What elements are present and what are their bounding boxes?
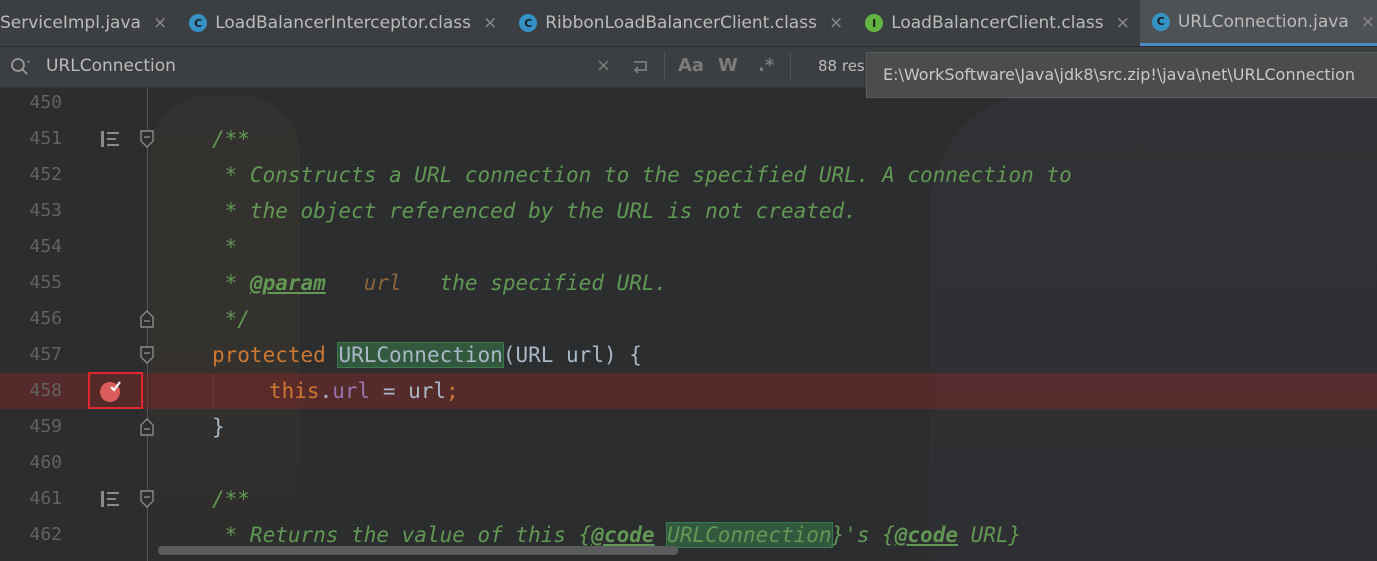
code-text: * @param url the specified URL. [212, 265, 668, 301]
close-icon[interactable]: × [483, 13, 497, 33]
code-line-459: 459 } [0, 409, 1377, 445]
line-number: 452 [29, 164, 62, 185]
search-match: URLConnection [666, 522, 833, 548]
file-path-tooltip: E:\WorkSoftware\Java\jdk8\src.zip!\java\… [866, 52, 1377, 98]
line-number: 460 [29, 452, 62, 473]
fold-icon[interactable] [139, 346, 155, 364]
search-match: URLConnection [337, 342, 504, 368]
code-line-451: 451 /** [0, 121, 1377, 157]
line-number: 456 [29, 308, 62, 329]
keyword: protected [212, 343, 326, 367]
line-number: 453 [29, 200, 62, 221]
words-button[interactable]: W [718, 55, 738, 76]
code-text: /** [212, 487, 250, 511]
line-number: 459 [29, 416, 62, 437]
search-input[interactable]: URLConnection [46, 53, 586, 79]
tab-label: ServiceImpl.java [0, 13, 141, 33]
clear-search-icon[interactable]: × [596, 55, 611, 76]
tab-loadbalancerinterceptor[interactable]: C LoadBalancerInterceptor.class × [177, 0, 507, 46]
class-icon: C [1151, 12, 1170, 31]
tab-urlconnection[interactable]: C URLConnection.java × [1139, 0, 1377, 46]
code-text: * [212, 235, 238, 259]
line-number: 458 [29, 380, 62, 401]
code-line-452: 452 * Constructs a URL connection to the… [0, 157, 1377, 193]
close-icon[interactable]: × [829, 13, 843, 33]
code-line-453: 453 * the object referenced by the URL i… [0, 193, 1377, 229]
code-line-458: 458 this.url = url; [0, 373, 1377, 409]
divider [664, 53, 665, 79]
line-number: 451 [29, 128, 62, 149]
code-line-460: 460 [0, 445, 1377, 481]
param-name: url [363, 271, 402, 295]
tab-loadbalancerclient[interactable]: I LoadBalancerClient.class × [853, 0, 1140, 46]
comment-star: * [212, 271, 250, 295]
code-text: */ [212, 307, 250, 331]
fold-icon[interactable] [139, 130, 155, 148]
match-case-button[interactable]: Aa [678, 55, 704, 76]
close-icon[interactable]: × [1116, 13, 1130, 33]
line-number: 462 [29, 524, 62, 545]
fold-icon[interactable] [139, 490, 155, 508]
line-number: 454 [29, 236, 62, 257]
interface-icon: I [865, 14, 884, 32]
code-text: * the object referenced by the URL is no… [212, 199, 857, 223]
tab-ribbonloadbalancerclient[interactable]: C RibbonLoadBalancerClient.class × [507, 0, 853, 46]
line-number: 455 [29, 272, 62, 293]
comment-text: the specified URL. [401, 271, 668, 295]
fold-end-icon[interactable] [139, 418, 155, 436]
code-line-454: 454 * [0, 229, 1377, 265]
regex-button[interactable]: .* [758, 55, 774, 76]
field-name: url [332, 379, 371, 403]
javadoc-tag: @param [249, 271, 326, 295]
search-icon[interactable] [10, 57, 30, 77]
class-icon: C [189, 14, 208, 32]
code-text: } [212, 415, 225, 439]
code-editor[interactable]: 450 451 /** 452 * Constructs a URL conne… [0, 88, 1377, 561]
code-text: * Constructs a URL connection to the spe… [212, 163, 1072, 187]
doc-render-icon[interactable] [100, 130, 120, 148]
code-line-457: 457 protected URLConnection(URL url) { [0, 337, 1377, 373]
code-line-455: 455 * @param url the specified URL. [0, 265, 1377, 301]
javadoc-tag: @code [591, 523, 655, 547]
keyword: this [269, 379, 320, 403]
breakpoint-icon[interactable] [99, 379, 123, 403]
line-number: 457 [29, 344, 62, 365]
class-icon: C [519, 14, 538, 32]
editor-tab-bar: ServiceImpl.java × C LoadBalancerInterce… [0, 0, 1377, 47]
tab-label: RibbonLoadBalancerClient.class [545, 13, 817, 33]
doc-render-icon[interactable] [100, 490, 120, 508]
line-number: 461 [29, 488, 62, 509]
code-text: protected URLConnection(URL url) { [212, 337, 642, 373]
fold-end-icon[interactable] [139, 310, 155, 328]
code-rest: (URL url) { [502, 343, 642, 367]
code-text: /** [212, 127, 250, 151]
horizontal-scrollbar[interactable] [158, 546, 678, 555]
code-line-461: 461 /** [0, 481, 1377, 517]
tab-label: LoadBalancerInterceptor.class [215, 13, 471, 33]
javadoc-tag: @code [894, 523, 958, 547]
divider [790, 53, 791, 79]
tab-label: URLConnection.java [1177, 11, 1349, 32]
result-count: 88 res [818, 57, 865, 75]
tab-label: LoadBalancerClient.class [891, 13, 1104, 33]
code-text: this.url = url; [269, 379, 459, 403]
close-icon[interactable]: × [1361, 12, 1375, 32]
line-number: 450 [29, 92, 62, 113]
close-icon[interactable]: × [153, 13, 167, 33]
code-line-456: 456 */ [0, 301, 1377, 337]
new-line-icon[interactable] [630, 58, 652, 76]
tab-serviceimpl[interactable]: ServiceImpl.java × [0, 0, 177, 46]
